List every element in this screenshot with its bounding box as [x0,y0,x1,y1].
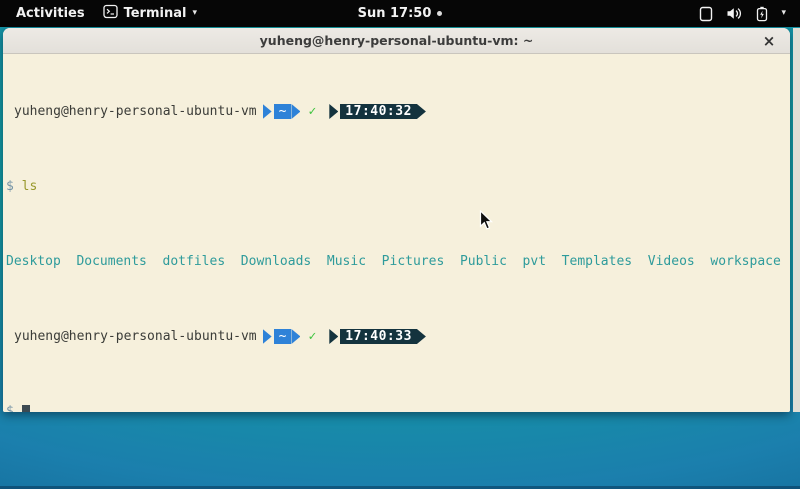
prompt-time-segment: 17:40:32 [340,104,417,119]
status-check-icon: ✓ [300,329,323,344]
terminal-window: yuheng@henry-personal-ubuntu-vm: ~ × yuh… [3,28,790,412]
directory-name: Music [327,254,366,269]
terminal-screen[interactable]: yuheng@henry-personal-ubuntu-vm ~ ✓ 17:4… [3,55,790,412]
status-check-icon: ✓ [300,104,323,119]
window-title: yuheng@henry-personal-ubuntu-vm: ~ [260,33,534,48]
prompt-line: yuheng@henry-personal-ubuntu-vm ~ ✓ 17:4… [6,104,788,119]
powerline-arrow-icon [329,329,338,344]
battery-charging-icon [756,6,768,22]
notification-dot-icon [437,11,442,16]
command-line: $ ls [6,179,788,194]
powerline-arrow-icon [329,104,338,119]
directory-name: Documents [76,254,146,269]
powerline-arrow-icon [291,104,300,119]
directory-name: Downloads [241,254,311,269]
powerline-arrow-icon [263,104,272,119]
app-menu-label: Terminal [124,6,187,21]
clock-label: Sun 17:50 [358,6,432,21]
directory-name: workspace [710,254,780,269]
prompt-path-segment: ~ [274,329,292,344]
directory-name: Pictures [382,254,445,269]
clock-menu[interactable]: Sun 17:50 [358,6,443,21]
prompt-username: yuheng@henry-personal-ubuntu-vm [14,329,257,344]
input-line: $ [6,404,788,412]
directory-name: Videos [648,254,695,269]
prompt-dollar: $ [6,179,14,194]
volume-icon [726,6,743,21]
prompt-line: yuheng@henry-personal-ubuntu-vm ~ ✓ 17:4… [6,329,788,344]
text-cursor [22,405,30,412]
chevron-down-icon: ▾ [192,9,197,18]
powerline-arrow-icon [417,104,426,119]
display-icon [699,6,713,22]
directory-name: Public [460,254,507,269]
prompt-path-segment: ~ [274,104,292,119]
chevron-down-icon: ▾ [781,9,786,18]
activities-button[interactable]: Activities [12,4,89,23]
directory-name: pvt [523,254,546,269]
typed-command: ls [22,179,38,194]
powerline-arrow-icon [417,329,426,344]
directory-name: Desktop [6,254,61,269]
prompt-time-segment: 17:40:33 [340,329,417,344]
right-edge-strip [793,28,800,412]
close-icon[interactable]: × [758,28,780,54]
prompt-username: yuheng@henry-personal-ubuntu-vm [14,104,257,119]
powerline-arrow-icon [263,329,272,344]
directory-name: Templates [562,254,632,269]
terminal-app-icon [103,4,118,23]
mouse-cursor [479,210,493,235]
window-titlebar[interactable]: yuheng@henry-personal-ubuntu-vm: ~ × [3,28,790,54]
ls-output: Desktop Documents dotfiles Downloads Music Pi… [6,254,788,269]
system-tray[interactable]: ▾ [699,0,800,27]
app-menu[interactable]: Terminal ▾ [103,4,197,23]
directory-name: dotfiles [163,254,226,269]
top-bar: Activities Terminal ▾ Sun 17:50 [0,0,800,27]
prompt-dollar: $ [6,404,14,412]
powerline-arrow-icon [291,329,300,344]
